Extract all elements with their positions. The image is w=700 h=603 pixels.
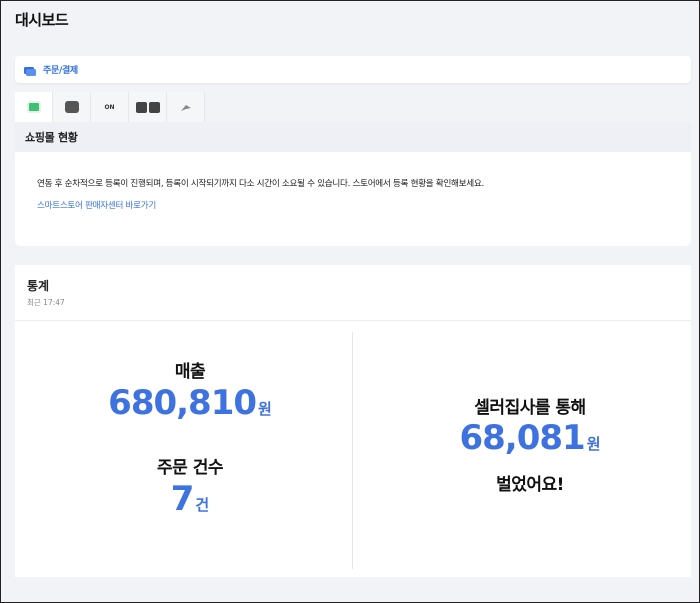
shop-status-title: 쇼핑몰 현황 [25,131,78,144]
stats-column-divider [352,332,353,569]
ga-icon [135,101,160,113]
smartstore-seller-center-link[interactable]: 스마트스토어 판매자센터 바로가기 [37,199,156,211]
seller-unit: 원 [586,435,601,453]
tab-on[interactable]: ON [91,92,129,122]
sales-amount: 680,810 원 [75,383,305,423]
seller-label: 셀러집사를 통해 [474,398,586,418]
tab-bird[interactable] [167,92,205,122]
order-payment-label: 주문/결제 [43,66,78,76]
shop-status-header: 쇼핑몰 현황 [15,122,691,152]
shop-tabs: ON [15,92,205,122]
sales-value: 680,810 [108,383,257,423]
order-count-amount: 7건 [140,479,240,519]
shop-status-description: 연동 후 순차적으로 등록이 진행되며, 등록이 시작되기까지 다소 시간이 소… [37,179,484,189]
bird-icon [180,98,192,117]
page-title: 대시보드 [15,11,69,29]
order-count-value: 7 [170,479,195,519]
sales-unit: 원 [258,400,272,418]
stats-updated-time: 최근 17:47 [27,298,65,307]
sales-label: 매출 [174,362,206,382]
seller-value: 68,081 [459,418,585,458]
tab-ga[interactable] [129,92,167,122]
shop-status-card: 쇼핑몰 현황 연동 후 순차적으로 등록이 진행되며, 등록이 시작되기까지 다… [15,122,691,246]
order-payment-card[interactable]: 주문/결제 [15,56,691,83]
dashboard-window: 대시보드 주문/결제 ON 쇼핑몰 현황 연동 후 순차적으로 등록이 진행되며… [0,0,700,603]
earn-label: 벌었어요! [496,475,564,495]
on-icon: ON [104,103,115,111]
tab-naver-smartstore[interactable] [15,92,53,122]
order-count-label: 주문 건수 [157,458,223,478]
stats-divider [15,320,691,321]
card-stack-icon [23,63,37,77]
stats-title: 통계 [27,279,50,293]
coupang-icon [64,101,79,113]
naver-smartstore-icon [26,101,41,113]
stats-card: 통계 최근 17:47 매출 680,810 원 주문 건수 7건 셀러집사를 통… [15,265,691,577]
order-count-unit: 건 [195,496,210,514]
seller-amount: 68,081 원 [415,418,645,458]
tab-coupang[interactable] [53,92,91,122]
